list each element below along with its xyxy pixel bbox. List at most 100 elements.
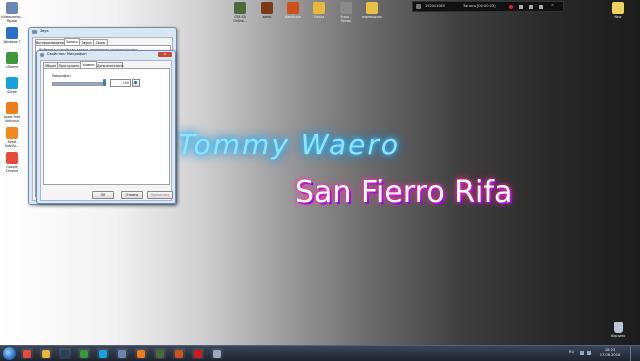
desktop-icon-left-label-3: Skype xyxy=(7,90,17,94)
close-icon[interactable]: × xyxy=(551,3,554,7)
sound-window-title: Звук xyxy=(40,29,49,33)
wallpaper-text-rifa: San Fierro Rifa xyxy=(295,175,513,210)
desktop-icon-left-label-2: uTorrent xyxy=(5,65,19,69)
speaker-icon xyxy=(32,30,37,34)
folder-icon xyxy=(42,349,50,358)
desktop-icon-top-6[interactable]: New xyxy=(606,2,630,19)
tray-network-icon[interactable] xyxy=(580,351,584,355)
desktop-icon-left-icon-1 xyxy=(6,27,18,39)
mic-level-label: Микрофон xyxy=(52,74,71,78)
desktop-icon-left-label-0: Компьютер - Ярлык xyxy=(1,15,23,23)
pause-icon[interactable] xyxy=(519,4,523,9)
start-button[interactable] xyxy=(3,347,16,360)
desktop-icon-top-0[interactable]: GTA SA Online... xyxy=(228,2,252,23)
chrome-icon xyxy=(23,349,31,358)
record-dot-icon xyxy=(509,4,513,9)
mic-cancel-button[interactable]: Отмена xyxy=(121,191,143,199)
mic-apply-button[interactable]: Применить xyxy=(147,191,173,199)
desktop-icon-top-4[interactable]: Fraps - Ярлык xyxy=(334,2,358,23)
mute-toggle[interactable] xyxy=(132,79,140,87)
screenshot-icon[interactable] xyxy=(529,4,533,9)
desktop-icon-top-label-1: samp xyxy=(262,15,272,19)
sound-icon xyxy=(213,349,221,358)
desktop-icon-left-5[interactable]: Avast SafeZo… xyxy=(0,127,24,148)
desktop-icon-top-3[interactable]: Папка xyxy=(307,2,331,19)
recycle-bin-label: Корзина xyxy=(610,334,626,338)
recorder-status: Запись [00:00:23] xyxy=(463,4,496,8)
mic-level-slider[interactable] xyxy=(103,79,106,86)
show-desktop-button[interactable] xyxy=(630,346,640,361)
desktop-icon-top-icon-3 xyxy=(313,2,325,14)
utorrent-icon xyxy=(80,349,88,358)
desktop-icon-top-1[interactable]: samp xyxy=(255,2,279,19)
desktop-icon-top-icon-1 xyxy=(261,2,273,14)
tray-volume-icon[interactable] xyxy=(587,351,591,355)
desktop-icon-left-2[interactable]: uTorrent xyxy=(0,52,24,69)
desktop-icon-left-icon-2 xyxy=(6,52,18,64)
steam-icon xyxy=(61,349,69,358)
desktop-icon-left-icon-5 xyxy=(6,127,18,139)
taskbar-button-5[interactable] xyxy=(116,348,128,359)
desktop-icon-left-icon-6 xyxy=(6,152,18,164)
recorder-bar[interactable]: 1920x1080 Запись [00:00:23] × xyxy=(412,1,564,12)
taskbar-button-3[interactable] xyxy=(78,348,90,359)
settings-icon[interactable] xyxy=(539,4,543,9)
recycle-bin-icon xyxy=(613,322,623,333)
taskbar-button-1[interactable] xyxy=(40,348,52,359)
mic-level-value[interactable]: 100 xyxy=(110,79,131,87)
desktop-icon-top-label-2: Bandicam xyxy=(285,15,301,19)
desktop-icon-left-icon-3 xyxy=(6,77,18,89)
speaker-icon xyxy=(134,81,137,84)
close-button[interactable]: × xyxy=(158,52,172,57)
taskbar-button-2[interactable] xyxy=(59,348,71,359)
taskbar-button-7[interactable] xyxy=(154,348,166,359)
taskbar-button-9[interactable] xyxy=(192,348,204,359)
explorer-icon xyxy=(118,349,126,358)
recycle-bin[interactable]: Корзина xyxy=(606,322,630,338)
desktop-icon-left-icon-4 xyxy=(6,102,18,114)
mic-level-track xyxy=(52,82,106,86)
desktop-icon-left-label-6: Google Chrome xyxy=(5,165,19,173)
skype-icon xyxy=(99,349,107,358)
desktop-icon-top-5[interactable]: переводчик xyxy=(360,2,384,19)
desktop-icon-top-icon-0 xyxy=(234,2,246,14)
desktop-icon-left-0[interactable]: Компьютер - Ярлык xyxy=(0,2,24,23)
recorder-resolution: 1920x1080 xyxy=(425,4,445,8)
language-indicator[interactable]: RU xyxy=(569,350,574,354)
clock-date[interactable]: 17.06.2016 xyxy=(597,353,623,357)
desktop-icon-left-label-5: Avast SafeZo… xyxy=(4,140,20,148)
taskbar-button-6[interactable] xyxy=(135,348,147,359)
mic-window-title: Свойства: Микрофон xyxy=(47,52,87,56)
microphone-icon xyxy=(40,53,44,57)
camera-icon xyxy=(416,4,421,9)
clock-time[interactable]: 18:23 xyxy=(597,348,623,352)
desktop-icon-top-label-6: New xyxy=(614,15,622,19)
mic-level-fill xyxy=(53,83,105,85)
bandicam-icon xyxy=(175,349,183,358)
desktop-icon-left-4[interactable]: Avast Free Antivirus xyxy=(0,102,24,123)
desktop-icon-top-label-4: Fraps - Ярлык xyxy=(340,15,352,23)
desktop-icon-left-icon-0 xyxy=(6,2,18,14)
mic-ok-button[interactable]: ОК xyxy=(92,191,114,199)
desktop-icon-top-2[interactable]: Bandicam xyxy=(281,2,305,19)
desktop-icon-top-label-0: GTA SA Online... xyxy=(233,15,247,23)
desktop-icon-left-6[interactable]: Google Chrome xyxy=(0,152,24,173)
desktop-icon-left-label-4: Avast Free Antivirus xyxy=(3,115,21,123)
desktop-icon-top-label-3: Папка xyxy=(313,15,325,19)
taskbar-button-0[interactable] xyxy=(21,348,33,359)
desktop-icon-top-icon-6 xyxy=(612,2,624,14)
taskbar-button-4[interactable] xyxy=(97,348,109,359)
taskbar-button-10[interactable] xyxy=(211,348,223,359)
k-app-icon xyxy=(137,349,145,358)
desktop-icon-top-icon-5 xyxy=(366,2,378,14)
desktop-icon-top-icon-4 xyxy=(340,2,352,14)
samp-icon xyxy=(156,349,164,358)
taskbar[interactable]: RU 18:23 17.06.2016 xyxy=(0,345,640,361)
taskbar-button-8[interactable] xyxy=(173,348,185,359)
desktop-icon-left-1[interactable]: Windows 7 xyxy=(0,27,24,44)
desktop-icon-left-3[interactable]: Skype xyxy=(0,77,24,94)
mic-properties-window[interactable]: Свойства: Микрофон × Общие Прослушать Ур… xyxy=(36,50,176,204)
wallpaper-text-tommy: Tommy Waero xyxy=(178,128,400,161)
record-icon xyxy=(194,349,202,358)
desktop-icon-top-label-5: переводчик xyxy=(362,15,382,19)
